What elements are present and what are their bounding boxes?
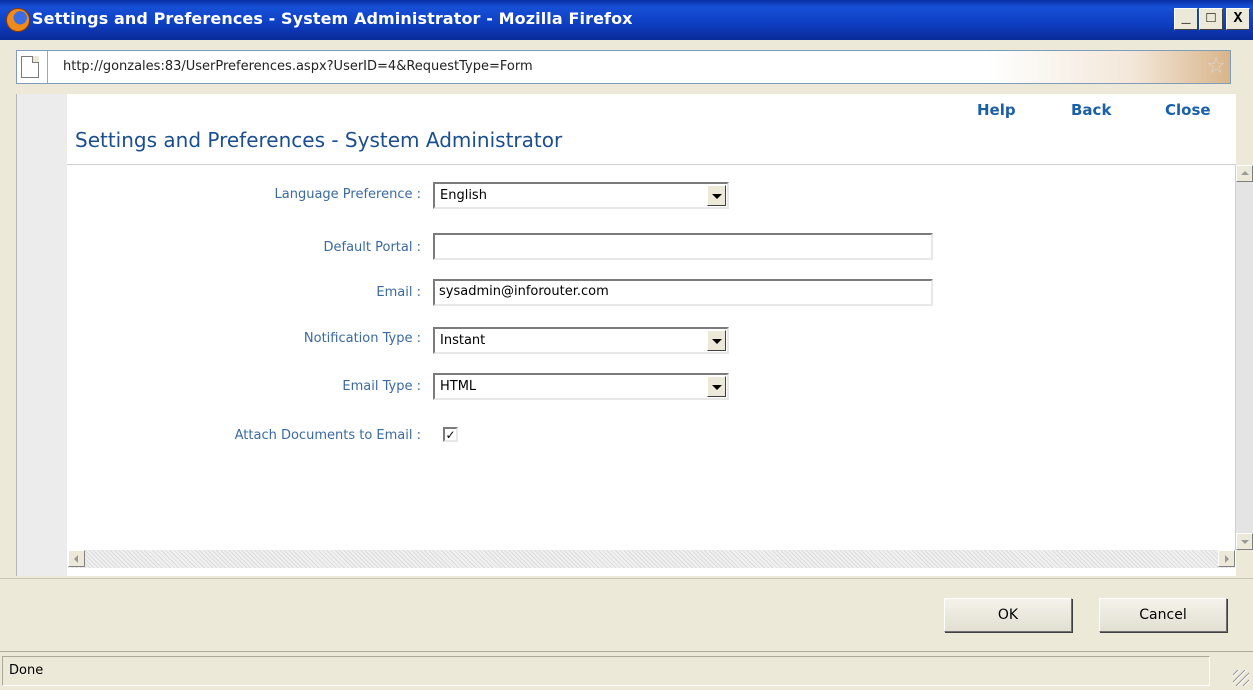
status-panel: Done: [2, 656, 1210, 686]
window-title-bar[interactable]: Settings and Preferences - System Admini…: [0, 0, 1253, 40]
page-content: Help Back Close Settings and Preferences…: [16, 94, 1253, 576]
notification-type-select[interactable]: Instant: [433, 327, 729, 354]
scroll-left-button[interactable]: [68, 550, 85, 567]
email-field[interactable]: sysadmin@inforouter.com: [433, 279, 933, 306]
language-select[interactable]: English: [433, 182, 729, 209]
email-type-label: Email Type :: [342, 379, 421, 394]
address-separator: [47, 51, 48, 83]
default-portal-input[interactable]: [433, 233, 933, 260]
back-link[interactable]: Back: [1071, 101, 1111, 119]
window-title: Settings and Preferences - System Admini…: [32, 9, 633, 28]
page-header: Help Back Close Settings and Preferences…: [67, 94, 1236, 165]
scroll-up-button[interactable]: [1236, 165, 1253, 182]
footer-divider: [0, 578, 1253, 579]
horizontal-scrollbar[interactable]: [68, 550, 1235, 568]
language-value: English: [440, 188, 487, 203]
attach-documents-checkbox[interactable]: ✓: [443, 427, 458, 442]
attach-documents-label: Attach Documents to Email :: [234, 428, 421, 443]
ok-button[interactable]: OK: [944, 598, 1072, 632]
email-type-select[interactable]: HTML: [433, 373, 729, 400]
cancel-button[interactable]: Cancel: [1099, 598, 1227, 632]
scroll-right-button[interactable]: [1218, 550, 1235, 567]
notification-type-label: Notification Type :: [303, 331, 421, 346]
resize-grip-icon[interactable]: [1233, 670, 1249, 686]
status-bar: Done: [0, 651, 1253, 690]
maximize-button[interactable]: □: [1199, 8, 1223, 30]
chevron-down-icon[interactable]: [707, 185, 726, 206]
status-text: Done: [9, 663, 44, 678]
minimize-button[interactable]: _: [1174, 8, 1198, 30]
address-bar-area: http://gonzales:83/UserPreferences.aspx?…: [0, 40, 1253, 94]
email-label: Email :: [376, 285, 421, 300]
close-link[interactable]: Close: [1165, 101, 1211, 119]
help-link[interactable]: Help: [977, 101, 1016, 119]
close-window-button[interactable]: X: [1226, 8, 1250, 30]
chevron-down-icon[interactable]: [707, 376, 726, 397]
chevron-down-icon[interactable]: [707, 330, 726, 351]
language-label: Language Preference :: [274, 187, 422, 202]
left-gutter: [17, 94, 67, 576]
url-text[interactable]: http://gonzales:83/UserPreferences.aspx?…: [63, 59, 533, 74]
firefox-icon[interactable]: [6, 8, 30, 32]
notification-type-value: Instant: [440, 333, 486, 348]
vertical-scrollbar[interactable]: [1235, 165, 1253, 550]
page-title: Settings and Preferences - System Admini…: [75, 128, 563, 152]
email-type-value: HTML: [440, 379, 477, 394]
address-bar[interactable]: http://gonzales:83/UserPreferences.aspx?…: [16, 50, 1231, 84]
preferences-form: Language Preference : English Default Po…: [67, 165, 1236, 550]
bookmark-star-icon[interactable]: ☆: [1206, 55, 1226, 79]
page-icon: [21, 56, 39, 78]
scroll-down-button[interactable]: [1236, 533, 1253, 550]
default-portal-label: Default Portal :: [323, 240, 422, 255]
